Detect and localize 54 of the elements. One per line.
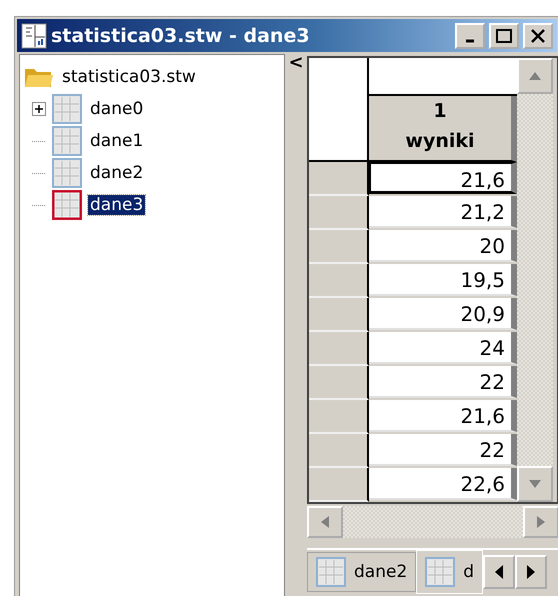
spreadsheet-icon — [52, 190, 82, 220]
down-arrow-icon[interactable] — [529, 480, 541, 488]
sheet-tab[interactable]: d — [416, 550, 484, 594]
tree-item[interactable]: dane0 — [88, 99, 146, 119]
vertical-scrollbar[interactable] — [517, 58, 553, 502]
collapse-toggle[interactable]: < — [288, 52, 304, 73]
spreadsheet-icon — [52, 158, 82, 188]
tab-scroll-left[interactable] — [483, 555, 516, 589]
maximize-icon — [495, 28, 513, 44]
horizontal-scrollbar[interactable] — [307, 506, 558, 538]
maximize-button[interactable] — [489, 22, 519, 48]
left-arrow-icon[interactable] — [321, 516, 329, 528]
expand-icon[interactable] — [32, 102, 46, 116]
row-header[interactable] — [309, 298, 369, 332]
row-header[interactable] — [309, 434, 369, 468]
table-cell[interactable]: 24 — [369, 332, 517, 364]
table-cell[interactable]: 20 — [369, 230, 517, 262]
tree-item[interactable]: statistica03.stw — [60, 67, 198, 87]
spreadsheet-icon — [52, 94, 82, 124]
row-header[interactable] — [309, 196, 369, 230]
table-cell[interactable]: 21,6 — [369, 162, 517, 194]
row-header[interactable] — [309, 366, 369, 400]
table-cell[interactable]: 19,5 — [369, 264, 517, 296]
close-icon — [529, 28, 547, 44]
up-arrow-icon[interactable] — [529, 72, 541, 80]
row-header[interactable] — [309, 230, 369, 264]
close-button[interactable] — [523, 22, 553, 48]
row-header[interactable] — [309, 264, 369, 298]
row-header[interactable] — [309, 162, 369, 196]
right-arrow-icon[interactable] — [537, 516, 545, 528]
table-cell[interactable]: 22 — [369, 434, 517, 466]
spreadsheet-icon — [316, 557, 346, 587]
row-header[interactable] — [309, 468, 369, 502]
minimize-button[interactable] — [455, 22, 485, 48]
column-header[interactable]: 1 wyniki — [369, 96, 517, 162]
left-arrow-icon — [495, 565, 504, 579]
row-header[interactable] — [309, 400, 369, 434]
window-title: statistica03.stw - dane3 — [51, 24, 311, 46]
sheet-tab[interactable]: dane2 — [307, 552, 416, 592]
row-header[interactable] — [309, 332, 369, 366]
app-icon — [21, 22, 47, 48]
tab-scroll-right[interactable] — [515, 555, 548, 589]
table-cell[interactable]: 20,9 — [369, 298, 517, 330]
tree-item[interactable]: dane2 — [88, 163, 146, 183]
spreadsheet-icon — [425, 557, 456, 587]
minimize-icon — [465, 38, 475, 42]
right-arrow-icon — [527, 565, 536, 579]
table-cell[interactable]: 21,6 — [369, 400, 517, 432]
tree-item[interactable]: dane1 — [88, 131, 146, 151]
table-cell[interactable]: 21,2 — [369, 196, 517, 228]
table-cell[interactable]: 22 — [369, 366, 517, 398]
table-cell[interactable]: 22,6 — [369, 468, 517, 500]
tree-item[interactable]: dane3 — [88, 195, 146, 215]
spreadsheet-icon — [52, 126, 82, 156]
